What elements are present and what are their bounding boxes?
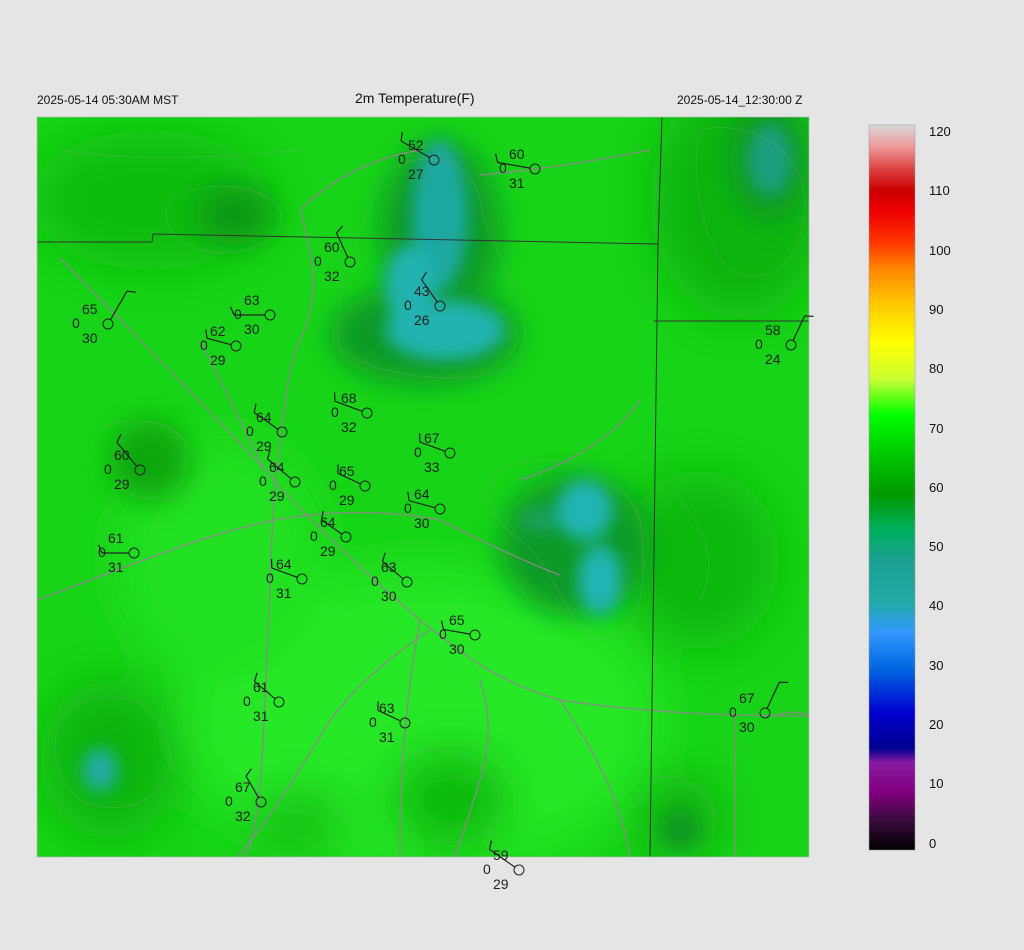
station-gust: 0	[369, 714, 377, 730]
station-dewpoint: 29	[493, 876, 509, 892]
colorbar-tick-label: 110	[929, 183, 950, 199]
station-temperature: 52	[408, 137, 424, 153]
station-dewpoint: 30	[739, 719, 755, 735]
station-temperature: 63	[379, 700, 395, 716]
station-dewpoint: 29	[339, 492, 355, 508]
station-temperature: 67	[424, 430, 440, 446]
station-temperature: 63	[244, 292, 260, 308]
station-gust: 0	[729, 704, 737, 720]
station-temperature: 61	[253, 679, 269, 695]
station-gust: 0	[98, 544, 106, 560]
station-gust: 0	[439, 626, 447, 642]
station-gust: 0	[72, 315, 80, 331]
colorbar-tick-label: 40	[929, 598, 944, 614]
station-dewpoint: 31	[253, 708, 269, 724]
station-temperature: 63	[381, 559, 397, 575]
station-gust: 0	[414, 444, 422, 460]
station-dewpoint: 31	[276, 585, 292, 601]
station-temperature: 64	[320, 514, 336, 530]
station-dewpoint: 32	[324, 268, 340, 284]
station-temperature: 64	[256, 409, 272, 425]
station-dewpoint: 32	[235, 808, 251, 824]
temperature-field	[37, 117, 809, 857]
station-gust: 0	[329, 477, 337, 493]
station-gust: 0	[243, 693, 251, 709]
station-dewpoint: 32	[341, 419, 357, 435]
station-temperature: 58	[765, 322, 781, 338]
colorbar-tick-label: 80	[929, 361, 944, 377]
station-dewpoint: 27	[408, 166, 424, 182]
colorbar-tick-label: 0	[929, 835, 937, 851]
station-dewpoint: 31	[509, 175, 525, 191]
station-gust: 0	[404, 297, 412, 313]
station-dewpoint: 29	[114, 476, 130, 492]
station-temperature: 67	[235, 779, 251, 795]
station-gust: 0	[404, 500, 412, 516]
station-temperature: 65	[339, 463, 355, 479]
station-dewpoint: 30	[414, 515, 430, 531]
colorbar-tick-label: 60	[929, 479, 944, 495]
station-gust: 0	[200, 337, 208, 353]
station-gust: 0	[246, 423, 254, 439]
station-gust: 0	[331, 404, 339, 420]
station-temperature: 60	[114, 447, 130, 463]
colorbar-tick-label: 70	[929, 420, 944, 436]
colorbar-tick-label: 50	[929, 539, 944, 555]
station-temperature: 59	[493, 847, 509, 863]
station-gust: 0	[310, 528, 318, 544]
station-temperature: 65	[449, 612, 465, 628]
station-dewpoint: 30	[82, 330, 98, 346]
station-dewpoint: 29	[320, 543, 336, 559]
station-dewpoint: 29	[210, 352, 226, 368]
station-gust: 0	[483, 861, 491, 877]
station-gust: 0	[314, 253, 322, 269]
station-temperature: 68	[341, 390, 357, 406]
station-dewpoint: 31	[379, 729, 395, 745]
station-temperature: 43	[414, 283, 430, 299]
station-temperature: 65	[82, 301, 98, 317]
station-temperature: 64	[269, 459, 285, 475]
station-temperature: 64	[276, 556, 292, 572]
station-gust: 0	[499, 160, 507, 176]
station-temperature: 60	[324, 239, 340, 255]
station-gust: 0	[398, 151, 406, 167]
colorbar-tick-label: 10	[929, 776, 944, 792]
colorbar	[868, 124, 916, 851]
station-temperature: 61	[108, 530, 124, 546]
station-gust: 0	[755, 336, 763, 352]
station-dewpoint: 24	[765, 351, 781, 367]
station-dewpoint: 30	[381, 588, 397, 604]
station-dewpoint: 31	[108, 559, 124, 575]
colorbar-tick-label: 20	[929, 717, 944, 732]
station-temperature: 60	[509, 146, 525, 162]
station-circle	[513, 864, 525, 876]
colorbar-tick-label: 90	[929, 301, 944, 317]
station-temperature: 67	[739, 690, 755, 706]
station-gust: 0	[266, 570, 274, 586]
station-gust: 0	[234, 306, 242, 322]
colorbar-tick-label: 30	[929, 657, 944, 673]
station-dewpoint: 29	[269, 488, 285, 504]
station-gust: 0	[225, 793, 233, 809]
station-dewpoint: 30	[449, 641, 465, 657]
temperature-map: 5202760031600324302665030630306202958024…	[36, 116, 916, 892]
station-gust: 0	[104, 461, 112, 477]
station-temperature: 64	[414, 486, 430, 502]
station-dewpoint: 30	[244, 321, 260, 337]
station-gust: 0	[371, 573, 379, 589]
station-temperature: 62	[210, 323, 226, 339]
station-dewpoint: 26	[414, 312, 430, 328]
colorbar-tick-label: 100	[929, 242, 951, 258]
colorbar-tick-label: 120	[929, 124, 951, 139]
station-dewpoint: 33	[424, 459, 440, 475]
station-gust: 0	[259, 473, 267, 489]
